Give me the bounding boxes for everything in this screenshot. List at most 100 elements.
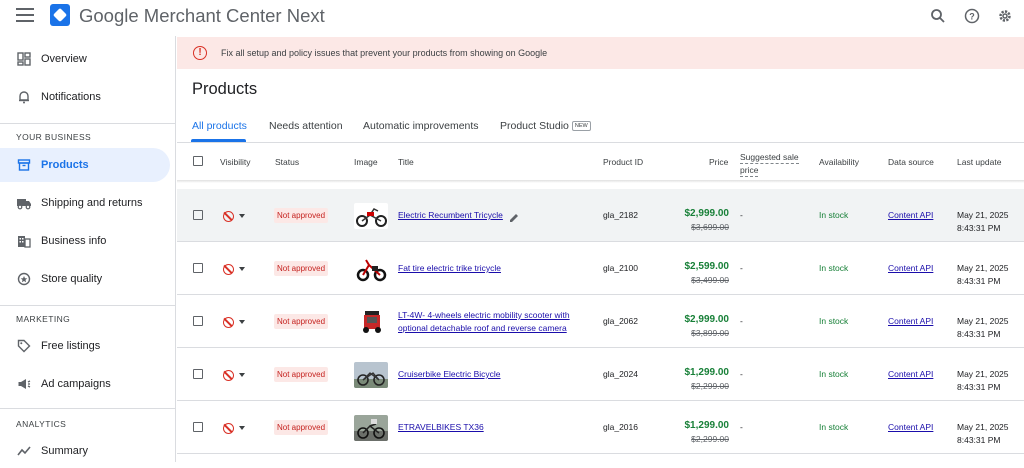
last-update-date: May 21, 2025: [957, 263, 1009, 273]
product-title-link[interactable]: LT-4W- 4-wheels electric mobility scoote…: [398, 309, 570, 335]
menu-icon[interactable]: [16, 8, 34, 22]
sidebar-item-shipping[interactable]: Shipping and returns: [0, 186, 170, 220]
alert-icon: !: [193, 46, 207, 60]
caret-down-icon: [239, 426, 245, 430]
availability-status: In stock: [819, 316, 849, 326]
row-checkbox[interactable]: [193, 210, 203, 220]
column-header-status[interactable]: Status: [275, 157, 299, 167]
settings-gear-icon[interactable]: [995, 6, 1015, 26]
column-header-suggested-sale-price[interactable]: Suggested sale price: [740, 151, 799, 177]
column-header-price[interactable]: Price: [709, 157, 728, 167]
last-update: May 21, 2025 8:43:31 PM: [957, 315, 1009, 341]
sidebar-item-label: Summary: [41, 445, 89, 457]
sidebar-item-free-listings[interactable]: Free listings: [0, 329, 170, 363]
sidebar-divider: [0, 408, 176, 409]
availability-status: In stock: [819, 369, 849, 379]
sidebar-item-overview[interactable]: Overview: [0, 42, 170, 76]
product-title-link[interactable]: ETRAVELBIKES TX36: [398, 421, 484, 434]
product-title-link[interactable]: Cruiserbike Electric Bicycle: [398, 368, 501, 381]
data-source-link[interactable]: Content API: [888, 422, 933, 432]
suggested-sale-price: -: [740, 422, 743, 432]
sidebar-divider: [0, 305, 176, 306]
sidebar-item-summary[interactable]: Summary: [0, 434, 170, 468]
product-title-link[interactable]: Fat tire electric trike tricycle: [398, 262, 501, 275]
sidebar-item-label: Store quality: [41, 273, 103, 285]
box-icon: [16, 157, 32, 173]
availability-status: In stock: [819, 422, 849, 432]
tab-automatic-improvements[interactable]: Automatic improvements: [363, 120, 479, 132]
product-title-link[interactable]: Electric Recumbent Tricycle: [398, 209, 503, 222]
original-price: $3,899.00: [691, 328, 729, 338]
sidebar-item-ad-campaigns[interactable]: Ad campaigns: [0, 367, 170, 401]
visibility-dropdown[interactable]: [223, 315, 249, 329]
data-source-link[interactable]: Content API: [888, 369, 933, 379]
product-image[interactable]: [354, 256, 388, 282]
tabs-divider: [177, 142, 1024, 143]
suggested-sale-price: -: [740, 210, 743, 220]
status-badge: Not approved: [274, 420, 329, 435]
visibility-dropdown[interactable]: [223, 368, 249, 382]
tab-label: Product Studio: [500, 120, 569, 132]
edit-pencil-icon[interactable]: [509, 210, 519, 222]
product-image[interactable]: [354, 362, 388, 388]
status-badge: Not approved: [274, 261, 329, 276]
row-checkbox[interactable]: [193, 422, 203, 432]
row-checkbox[interactable]: [193, 316, 203, 326]
data-source-link[interactable]: Content API: [888, 263, 933, 273]
original-price: $2,299.00: [691, 434, 729, 444]
select-all-checkbox[interactable]: [193, 156, 203, 166]
visibility-dropdown[interactable]: [223, 421, 249, 435]
product-image[interactable]: [354, 309, 388, 335]
last-update: May 21, 2025 8:43:31 PM: [957, 262, 1009, 288]
row-checkbox[interactable]: [193, 263, 203, 273]
column-header-data-source[interactable]: Data source: [888, 157, 934, 167]
column-header-visibility[interactable]: Visibility: [220, 157, 251, 167]
tag-icon: [16, 338, 32, 354]
sidebar-item-store-quality[interactable]: Store quality: [0, 262, 170, 296]
not-visible-icon: [223, 263, 234, 275]
tab-product-studio[interactable]: Product Studio NEW: [500, 120, 591, 132]
title-line: Electric Recumbent Tricycle: [398, 210, 503, 220]
title-line: ETRAVELBIKES TX36: [398, 422, 484, 432]
last-update-time: 8:43:31 PM: [957, 223, 1001, 233]
visibility-dropdown[interactable]: [223, 262, 249, 276]
header-line: Suggested sale: [740, 152, 799, 164]
caret-down-icon: [239, 320, 245, 324]
column-header-last-update[interactable]: Last update: [957, 157, 1001, 167]
availability-status: In stock: [819, 263, 849, 273]
setup-issues-banner[interactable]: ! Fix all setup and policy issues that p…: [177, 37, 1024, 69]
data-source-link[interactable]: Content API: [888, 210, 933, 220]
sidebar-item-label: Overview: [41, 53, 87, 65]
sale-price: $1,299.00: [684, 367, 730, 378]
last-update: May 21, 2025 8:43:31 PM: [957, 421, 1009, 447]
store-quality-icon: [16, 271, 32, 287]
sidebar-item-notifications[interactable]: Notifications: [0, 80, 170, 114]
search-icon[interactable]: [928, 6, 948, 26]
new-badge: NEW: [571, 121, 591, 132]
page-title: Products: [192, 80, 258, 98]
sidebar-item-label: Shipping and returns: [41, 197, 143, 209]
suggested-sale-price: -: [740, 316, 743, 326]
product-image[interactable]: [354, 203, 388, 229]
visibility-dropdown[interactable]: [223, 209, 249, 223]
sidebar-item-products[interactable]: Products: [0, 148, 170, 182]
title-line: LT-4W- 4-wheels electric mobility scoote…: [398, 310, 570, 320]
column-header-product-id[interactable]: Product ID: [603, 157, 643, 167]
column-header-availability[interactable]: Availability: [819, 157, 859, 167]
dashboard-icon: [16, 51, 32, 67]
caret-down-icon: [239, 373, 245, 377]
suggested-sale-price: -: [740, 369, 743, 379]
tab-needs-attention[interactable]: Needs attention: [269, 120, 343, 132]
product-image[interactable]: [354, 415, 388, 441]
sale-price: $2,999.00: [684, 314, 730, 325]
data-source-link[interactable]: Content API: [888, 316, 933, 326]
column-header-title[interactable]: Title: [398, 157, 414, 167]
svg-text:?: ?: [969, 12, 975, 22]
row-checkbox[interactable]: [193, 369, 203, 379]
section-label-marketing: MARKETING: [16, 314, 71, 324]
tab-all-products[interactable]: All products: [192, 120, 247, 132]
sidebar-item-business-info[interactable]: Business info: [0, 224, 170, 258]
header-shadow: [177, 180, 1024, 183]
sale-price: $1,299.00: [684, 420, 730, 431]
help-icon[interactable]: ?: [962, 6, 982, 26]
